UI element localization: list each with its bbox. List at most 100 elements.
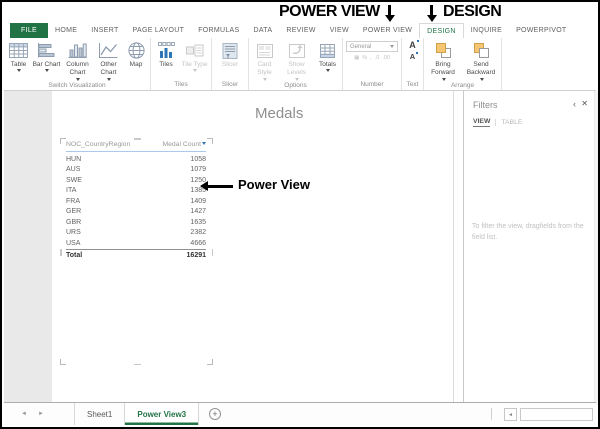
button-label: Send Backward: [466, 61, 496, 77]
column-header-medal-count[interactable]: Medal Count: [162, 141, 206, 148]
sort-caret-icon: [202, 142, 206, 145]
count-cell: 1635: [190, 218, 206, 226]
tab-formulas[interactable]: FORMULAS: [191, 23, 246, 38]
dropdown-caret-icon: [17, 69, 21, 73]
tab-powerpivot[interactable]: POWERPIVOT: [509, 23, 573, 38]
bring-forward-icon: [435, 43, 452, 58]
horizontal-scrollbar[interactable]: [520, 408, 593, 421]
number-format-icons: ▦ % , .0 .00: [343, 55, 401, 61]
tab-data[interactable]: DATA: [247, 23, 280, 38]
group-label: Tiles: [174, 81, 188, 88]
send-backward-icon: [473, 43, 490, 58]
table-row: ITA 1385: [66, 186, 206, 197]
tab-file[interactable]: FILE: [10, 23, 48, 38]
tab-power-view[interactable]: POWER VIEW: [356, 23, 419, 38]
selection-handle[interactable]: [211, 248, 213, 256]
add-sheet-button[interactable]: +: [209, 408, 221, 420]
button-label: Column Chart: [66, 61, 89, 77]
group-label: Text: [406, 81, 419, 88]
country-cell: HUN: [66, 155, 82, 163]
country-cell: AUS: [66, 166, 81, 174]
group-label: Options: [284, 81, 307, 89]
group-number: General ▦ % , .0 .00 Number: [343, 38, 402, 90]
group-slicer: Slicer Slicer: [212, 38, 249, 90]
column-chart-button[interactable]: Column Chart: [61, 40, 94, 82]
send-backward-button[interactable]: Send Backward: [462, 40, 501, 82]
tiles-button[interactable]: Tiles: [153, 40, 180, 70]
tab-design[interactable]: DESIGN: [419, 23, 464, 38]
selection-handle[interactable]: [133, 363, 141, 365]
column-chart-icon: [68, 41, 87, 60]
sheet-tab-sheet1[interactable]: Sheet1: [75, 403, 126, 425]
sheet-nav-left-icon[interactable]: ◄: [21, 411, 27, 417]
collapse-panel-icon[interactable]: ‹: [573, 100, 576, 109]
close-icon[interactable]: ✕: [581, 100, 588, 108]
table-row: USA 4666: [66, 238, 206, 249]
group-label: Number: [360, 81, 384, 88]
filters-panel: Filters ‹ ✕ VIEW TABLE To filter the vie…: [463, 91, 598, 405]
selection-handle[interactable]: [207, 359, 213, 365]
tiles-icon: [157, 41, 175, 60]
table-visualization[interactable]: NOC_CountryRegion Medal Count HUN 1058 AU…: [60, 138, 213, 365]
selection-handle[interactable]: [133, 138, 141, 140]
selection-handle[interactable]: [60, 359, 66, 365]
increase-font-icon[interactable]: A: [409, 40, 419, 50]
column-header-country[interactable]: NOC_CountryRegion: [66, 141, 130, 148]
filters-tabs: VIEW TABLE: [473, 118, 522, 127]
dropdown-caret-icon: [76, 77, 80, 81]
filters-scrollbar[interactable]: [594, 91, 598, 405]
table-total-row: Total 16291: [66, 248, 206, 261]
group-tiles: Tiles Tile Type Tiles: [151, 38, 212, 90]
count-cell: 1058: [190, 155, 206, 163]
table-row: FRA 1409: [66, 196, 206, 207]
bring-forward-button[interactable]: Bring Forward: [425, 40, 462, 82]
accounting-format-icon: ▦: [354, 55, 360, 61]
screenshot-frame: POWER VIEW DESIGN FILE HOME INSERT PAGE …: [0, 0, 600, 429]
bar-chart-button[interactable]: Bar Chart: [32, 40, 61, 73]
sheet-nav-right-icon[interactable]: ►: [38, 411, 44, 417]
selection-handle[interactable]: [207, 138, 213, 144]
filters-tab-table[interactable]: TABLE: [501, 119, 522, 126]
button-label: Tiles: [159, 61, 173, 68]
comma-format-icon: ,: [370, 55, 372, 61]
tile-type-icon: [185, 41, 204, 60]
scroll-left-button[interactable]: ◄: [504, 408, 517, 421]
card-style-button: Card Style: [250, 40, 280, 82]
decrease-font-icon[interactable]: A: [410, 52, 419, 61]
button-label: Totals: [319, 61, 336, 68]
country-cell: ITA: [66, 187, 77, 195]
total-label: Total: [66, 251, 83, 259]
dropdown-caret-icon: [193, 69, 197, 73]
globe-icon: [127, 41, 145, 60]
filters-tab-view[interactable]: VIEW: [473, 118, 491, 127]
design-callout: DESIGN: [443, 3, 502, 20]
country-cell: SWE: [66, 176, 82, 184]
sheet-tab-power-view3[interactable]: Power View3: [125, 403, 200, 425]
tab-view[interactable]: VIEW: [323, 23, 356, 38]
ribbon: Table Bar Chart Column Chart Other Chart…: [4, 38, 596, 91]
show-levels-icon: [288, 41, 305, 60]
dropdown-caret-icon: [326, 69, 330, 73]
table-button[interactable]: Table: [5, 40, 32, 73]
table-row: HUN 1058: [66, 154, 206, 165]
table-row: GER 1427: [66, 207, 206, 218]
button-label: Bring Forward: [431, 61, 455, 77]
table-row: SWE1250: [66, 175, 206, 186]
card-style-icon: [256, 41, 273, 60]
tab-insert[interactable]: INSERT: [84, 23, 125, 38]
tab-review[interactable]: REVIEW: [279, 23, 322, 38]
count-cell: 1427: [190, 208, 206, 216]
button-label: Show Levels: [287, 61, 306, 77]
selection-handle[interactable]: [60, 248, 62, 256]
report-title[interactable]: Medals: [255, 105, 303, 122]
tab-home[interactable]: HOME: [48, 23, 84, 38]
number-format-select[interactable]: General: [346, 41, 398, 52]
other-chart-button[interactable]: Other Chart: [94, 40, 123, 82]
dropdown-caret-icon: [45, 69, 49, 73]
power-view-callout: POWER VIEW: [279, 3, 380, 20]
tab-inquire[interactable]: INQUIRE: [464, 23, 509, 38]
left-margin-strip: [4, 91, 52, 405]
tab-page-layout[interactable]: PAGE LAYOUT: [126, 23, 192, 38]
totals-button[interactable]: Totals: [314, 40, 342, 73]
map-button[interactable]: Map: [123, 40, 149, 70]
